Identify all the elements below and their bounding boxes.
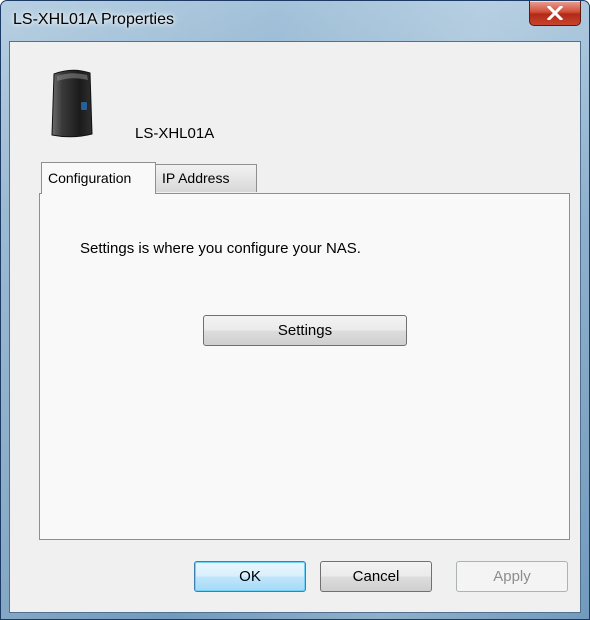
properties-window: LS-XHL01A Properties LS-XHL01A Configura… [0, 0, 590, 620]
apply-button[interactable]: Apply [456, 561, 568, 592]
tab-ip-address[interactable]: IP Address [156, 164, 257, 192]
settings-button[interactable]: Settings [203, 315, 407, 346]
close-button[interactable] [529, 1, 581, 26]
tab-configuration[interactable]: Configuration [41, 162, 156, 194]
close-icon [547, 6, 563, 20]
settings-description: Settings is where you configure your NAS… [80, 240, 361, 257]
ok-button[interactable]: OK [194, 561, 306, 592]
device-name: LS-XHL01A [135, 125, 215, 142]
nas-drive-icon [51, 69, 93, 138]
configuration-tab-panel: Settings is where you configure your NAS… [39, 193, 570, 540]
window-title: LS-XHL01A Properties [13, 11, 174, 28]
cancel-button[interactable]: Cancel [320, 561, 432, 592]
title-bar[interactable]: LS-XHL01A Properties [1, 1, 589, 41]
dialog-client-area: LS-XHL01A Configuration IP Address Setti… [9, 41, 581, 613]
